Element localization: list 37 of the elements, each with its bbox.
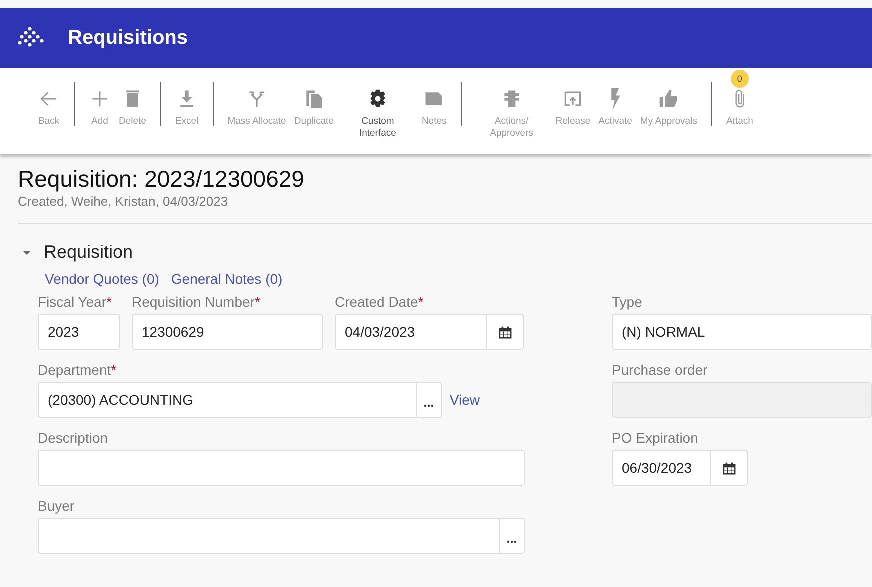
input-field[interactable]: 2023 [38,314,120,350]
field-label: Created Date [335,294,418,311]
field-label: Fiscal Year [38,294,106,311]
calendar-icon [722,462,736,474]
field-label: PO Expiration [612,430,698,447]
required-mark: * [418,294,424,311]
field-label: Purchase order [612,362,708,379]
lightning-icon [610,88,622,110]
field-label: Description [38,430,108,447]
required-mark: * [111,362,117,379]
section-title: Requisition [44,242,134,263]
input-field[interactable]: 06/30/2023 [612,450,748,486]
more-icon [507,540,517,544]
input-field[interactable]: 12300629 [132,314,323,350]
required-mark: * [254,294,260,311]
count-badge: 0 [730,70,749,88]
field-label: Buyer [38,498,75,515]
app-title: Requisitions [68,26,188,50]
input-field[interactable]: (20300) ACCOUNTING [38,382,442,418]
input-field[interactable]: (N) NORMAL [612,314,872,350]
toolbar-button[interactable]: Custom Interface [338,68,418,140]
required-mark: * [106,294,112,311]
view-link[interactable]: View [450,392,480,408]
field-label: Type [612,294,642,311]
status-text: Created, Weihe, Kristan, 04/03/2023 [18,194,230,209]
input-field[interactable] [38,518,525,554]
page-title: Requisition: 2023/12300629 [18,166,306,193]
field-label: Requisition Number [132,294,255,311]
input-field[interactable] [38,450,525,486]
calendar-icon [498,326,512,338]
field-label: Department [38,362,112,379]
input-field[interactable]: 04/03/2023 [335,314,524,350]
more-icon [424,404,434,408]
logo-icon [18,26,46,50]
link[interactable]: Vendor Quotes (0) [45,271,160,287]
thumbs-up-icon [658,88,680,110]
link[interactable]: General Notes (0) [171,271,283,287]
